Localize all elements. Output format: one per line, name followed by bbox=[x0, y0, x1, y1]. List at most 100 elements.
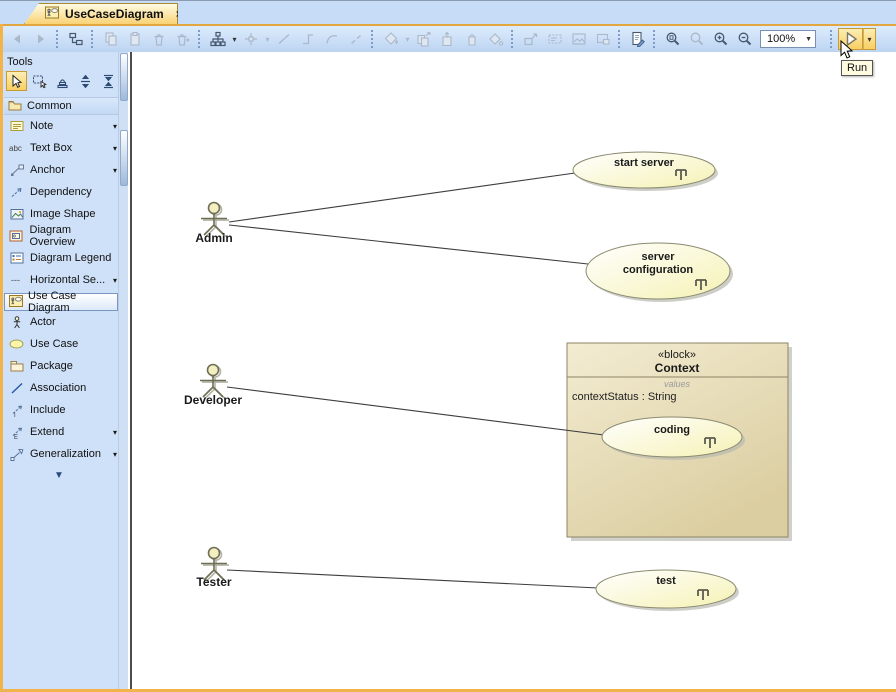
validate-diagram-button[interactable] bbox=[626, 28, 650, 50]
paste-style-button[interactable] bbox=[436, 28, 460, 50]
sidebar-item-diagram-overview[interactable]: Diagram Overview bbox=[4, 225, 128, 247]
chevron-down-icon[interactable]: ▼ bbox=[802, 36, 815, 43]
align-dropdown-icon[interactable]: ▾ bbox=[263, 35, 272, 44]
note-icon bbox=[9, 120, 24, 132]
sidebar-item-note[interactable]: Note ▾ bbox=[4, 115, 128, 137]
usecase-start-server[interactable]: start server bbox=[573, 152, 718, 191]
copy-button[interactable] bbox=[99, 28, 123, 50]
delete-button[interactable] bbox=[147, 28, 171, 50]
stamp-tool-button[interactable] bbox=[52, 71, 73, 91]
section-common[interactable]: Common bbox=[4, 97, 118, 115]
vertical-contract-tool-button[interactable] bbox=[98, 71, 119, 91]
chevron-down-icon[interactable]: ▾ bbox=[113, 450, 117, 459]
svg-text:abc: abc bbox=[9, 144, 22, 153]
association-tester-test[interactable] bbox=[227, 570, 598, 588]
layout-dropdown-icon[interactable]: ▾ bbox=[230, 35, 239, 44]
sidebar-item-label: Association bbox=[30, 382, 86, 394]
marquee-select-tool-button[interactable] bbox=[29, 71, 50, 91]
layout-button[interactable] bbox=[206, 28, 230, 50]
image-display-button[interactable] bbox=[567, 28, 591, 50]
align-button[interactable] bbox=[239, 28, 263, 50]
zoom-out-button[interactable] bbox=[733, 28, 757, 50]
sidebar-item-package[interactable]: Package bbox=[4, 355, 128, 377]
format-painter-dropdown-icon[interactable]: ▾ bbox=[403, 35, 412, 44]
sidebar-item-dependency[interactable]: Dependency bbox=[4, 181, 128, 203]
autosize-button[interactable] bbox=[519, 28, 543, 50]
path-rectilinear-button[interactable] bbox=[296, 28, 320, 50]
pointer-tool-button[interactable] bbox=[6, 71, 27, 91]
sidebar-item-generalization[interactable]: Generalization ▾ bbox=[4, 443, 128, 465]
toolbar-grip[interactable] bbox=[371, 30, 374, 48]
actor-admin[interactable]: Admin bbox=[195, 203, 232, 246]
horizontal-separator-icon: --- bbox=[9, 274, 24, 286]
sidebar-item-extend[interactable]: E Extend ▾ bbox=[4, 421, 128, 443]
format-painter-button[interactable] bbox=[379, 28, 403, 50]
chevron-down-icon[interactable]: ▾ bbox=[113, 428, 117, 437]
chevron-down-icon[interactable]: ▾ bbox=[113, 166, 117, 175]
path-custom-button[interactable] bbox=[344, 28, 368, 50]
actor-tester[interactable]: Tester bbox=[196, 548, 231, 590]
association-lines[interactable] bbox=[227, 173, 604, 588]
nav-forward-button[interactable] bbox=[29, 28, 53, 50]
toolbar-grip[interactable] bbox=[830, 30, 833, 48]
chevron-down-icon[interactable]: ▾ bbox=[113, 276, 117, 285]
sidebar-item-label: Include bbox=[30, 404, 65, 416]
toolbar-grip[interactable] bbox=[511, 30, 514, 48]
usecase-label: start server bbox=[614, 157, 675, 169]
palette-expand-icon[interactable]: ▼ bbox=[4, 465, 128, 481]
use-case-icon bbox=[9, 338, 24, 350]
usecase-test[interactable]: test bbox=[596, 570, 739, 611]
sidebar-item-text-box[interactable]: abc Text Box ▾ bbox=[4, 137, 128, 159]
sidebar-item-horizontal-separator[interactable]: --- Horizontal Se... ▾ bbox=[4, 269, 128, 291]
zoom-in-button[interactable] bbox=[709, 28, 733, 50]
diagram-svg[interactable]: «block» Context values contextStatus : S… bbox=[132, 52, 896, 689]
main-area: Tools Common Note ▾ abc Text Box ▾ bbox=[0, 52, 896, 689]
zoom-level-select[interactable]: 100% ▼ bbox=[760, 30, 816, 48]
toolbar-grip[interactable] bbox=[618, 30, 621, 48]
diagram-tab-bar: UseCaseDiagram × bbox=[0, 1, 896, 24]
chevron-down-icon[interactable]: ▾ bbox=[113, 144, 117, 153]
run-dropdown-icon[interactable]: ▾ bbox=[863, 28, 876, 50]
tab-usecasediagram[interactable]: UseCaseDiagram × bbox=[24, 3, 178, 24]
zoom-region-button[interactable] bbox=[685, 28, 709, 50]
diagram-overview-icon bbox=[9, 230, 24, 242]
usecase-server-configuration[interactable]: server configuration bbox=[586, 243, 733, 302]
path-curved-button[interactable] bbox=[320, 28, 344, 50]
sidebar-item-actor[interactable]: Actor bbox=[4, 311, 128, 333]
toolbar-grip[interactable] bbox=[653, 30, 656, 48]
association-admin-serverconfiguration[interactable] bbox=[229, 225, 588, 264]
scrollbar-thumb[interactable] bbox=[120, 53, 128, 101]
actor-developer[interactable]: Developer bbox=[184, 365, 242, 408]
section-use-case-diagram[interactable]: Use Case Diagram bbox=[4, 293, 118, 311]
palette-scrollbar[interactable] bbox=[118, 52, 128, 689]
association-admin-startserver[interactable] bbox=[229, 173, 575, 222]
window-display-button[interactable] bbox=[591, 28, 615, 50]
delete-from-model-button[interactable] bbox=[171, 28, 195, 50]
tab-close-icon[interactable]: × bbox=[176, 7, 183, 21]
scrollbar-thumb[interactable] bbox=[120, 130, 128, 186]
sidebar-item-diagram-legend[interactable]: Diagram Legend bbox=[4, 247, 128, 269]
style-bag-button[interactable] bbox=[460, 28, 484, 50]
paste-button[interactable] bbox=[123, 28, 147, 50]
usecase-label-line1: server bbox=[641, 251, 675, 263]
svg-text:---: --- bbox=[11, 275, 20, 285]
sidebar-item-association[interactable]: Association bbox=[4, 377, 128, 399]
clear-style-button[interactable] bbox=[484, 28, 508, 50]
association-developer-coding[interactable] bbox=[227, 387, 604, 435]
toolbar-grip[interactable] bbox=[56, 30, 59, 48]
sidebar-item-image-shape[interactable]: Image Shape bbox=[4, 203, 128, 225]
copy-style-button[interactable] bbox=[412, 28, 436, 50]
sidebar-item-use-case[interactable]: Use Case bbox=[4, 333, 128, 355]
nav-back-button[interactable] bbox=[5, 28, 29, 50]
path-oblique-button[interactable] bbox=[272, 28, 296, 50]
toolbar-grip[interactable] bbox=[198, 30, 201, 48]
zoom-tool-button[interactable] bbox=[661, 28, 685, 50]
properties-display-button[interactable] bbox=[543, 28, 567, 50]
sidebar-item-anchor[interactable]: Anchor ▾ bbox=[4, 159, 128, 181]
chevron-down-icon[interactable]: ▾ bbox=[113, 122, 117, 131]
toolbar-grip[interactable] bbox=[91, 30, 94, 48]
containment-tree-button[interactable] bbox=[64, 28, 88, 50]
sidebar-item-include[interactable]: I Include bbox=[4, 399, 128, 421]
diagram-canvas-area[interactable]: «block» Context values contextStatus : S… bbox=[132, 52, 896, 689]
vertical-spread-tool-button[interactable] bbox=[75, 71, 96, 91]
